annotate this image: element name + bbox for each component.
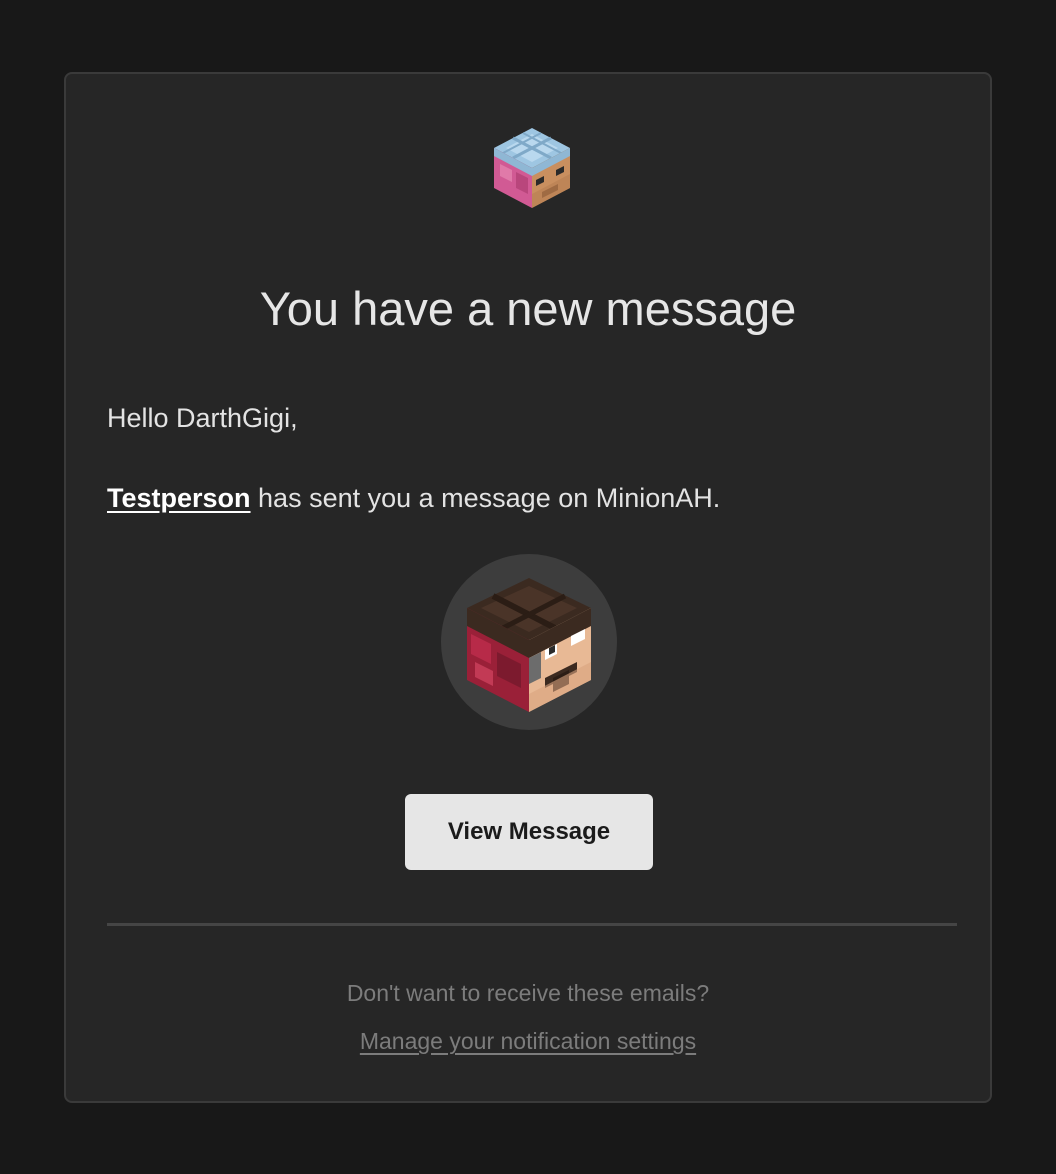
sender-avatar (441, 554, 617, 730)
manage-notification-settings-link[interactable]: Manage your notification settings (360, 1028, 696, 1054)
view-message-button[interactable]: View Message (405, 794, 653, 870)
minion-head-icon (490, 124, 574, 210)
notification-settings-row: Manage your notification settings (66, 1023, 990, 1059)
unsubscribe-question: Don't want to receive these emails? (346, 980, 710, 1006)
email-card: You have a new message Hello DarthGigi, … (64, 72, 992, 1103)
sender-link[interactable]: Testperson (107, 483, 251, 513)
divider (107, 923, 957, 926)
player-head-icon (467, 578, 591, 712)
greeting-text: Hello DarthGigi, (107, 403, 298, 433)
message-suffix-text: has sent you a message on MinionAH. (250, 483, 721, 513)
page-title: You have a new message (259, 282, 797, 335)
message-notice: Testperson has sent you a message on Min… (107, 478, 720, 518)
